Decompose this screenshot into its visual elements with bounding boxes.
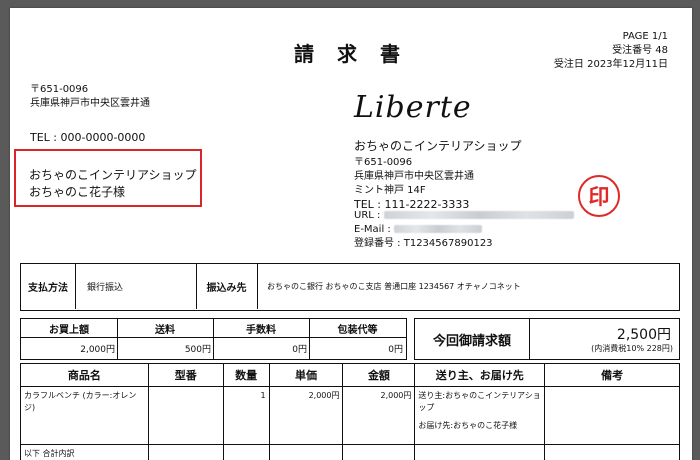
issuer-registration: 登録番号 : T1234567890123 (354, 238, 493, 249)
col-notes: 備考 (544, 363, 680, 387)
payment-box: 支払方法 銀行振込 振込み先 おちゃのこ銀行 おちゃのこ支店 普通口座 1234… (20, 263, 680, 311)
summary-value-shipping: 500円 (184, 345, 211, 355)
summary-header-purchase: お買上額 (49, 324, 89, 336)
invoice-page: 請 求 書 PAGE 1/1 受注番号 48 受注日 2023年12月11日 〒… (10, 8, 692, 460)
order-number: 受注番号 48 (612, 45, 668, 56)
col-sender-delivery: 送り主、お届け先 (414, 363, 546, 387)
col-product-name: 商品名 (20, 363, 149, 387)
col-unit-price: 単価 (268, 363, 344, 387)
row-sender-delivery: 送り主:おちゃのこインテリアショップ お届け先:おちゃのこ花子様 (414, 386, 546, 445)
summary-value-wrapping: 0円 (388, 345, 403, 355)
total-label: 今回御請求額 (432, 333, 511, 349)
summary-header-wrapping: 包装代等 (337, 324, 378, 336)
payment-method-label: 支払方法 (28, 283, 68, 294)
url-redacted (383, 211, 574, 219)
table-row: カラフルベンチ (カラー:オレンジ) 1 2,000円 2,000円 送り主:お… (20, 386, 680, 445)
issuer-url: URL : (354, 209, 574, 223)
summary-value-fee: 0円 (292, 345, 307, 355)
items-table: 商品名 型番 数量 単価 金額 送り主、お届け先 備考 カラフルベンチ (カラー… (20, 363, 680, 460)
issuer-email: E-Mail : (354, 223, 482, 237)
issuer-building: ミント神戸 14F (354, 185, 426, 196)
issuer-postal: 〒651-0096 (354, 157, 413, 168)
issuer-logo: Liberte (354, 90, 472, 125)
page-number: PAGE 1/1 (622, 31, 668, 42)
summary-header-shipping: 送料 (155, 324, 175, 336)
order-date: 受注日 2023年12月11日 (553, 59, 668, 70)
summary-box: お買上額 送料 手数料 包装代等 2,000円 500円 0円 0円 (20, 318, 407, 360)
recipient-address: 兵庫県神戸市中央区雲井通 (30, 98, 150, 109)
payment-dest-value: おちゃのこ銀行 おちゃのこ支店 普通口座 1234567 オチャノコネット (267, 282, 521, 291)
row-amount: 2,000円 (342, 386, 416, 445)
seal-stamp: 印 (578, 175, 620, 217)
payment-method-value: 銀行振込 (87, 283, 124, 293)
row-product-name: カラフルベンチ (カラー:オレンジ) (20, 386, 149, 445)
issuer-url-label: URL : (354, 210, 381, 221)
row-delivery: お届け先:おちゃのこ花子様 (418, 421, 518, 430)
issuer-address: 兵庫県神戸市中央区雲井通 (354, 171, 474, 182)
issuer-email-label: E-Mail : (354, 224, 391, 235)
row-unit-price: 2,000円 (268, 386, 344, 445)
col-amount: 金額 (342, 363, 416, 387)
total-tax-note: (内消費税10% 228円) (591, 344, 673, 353)
col-quantity: 数量 (222, 363, 270, 387)
summary-value-purchase: 2,000円 (80, 345, 115, 355)
row-notes (544, 386, 680, 445)
summary-header-fee: 手数料 (246, 324, 276, 336)
recipient-company: おちゃのこインテリアショップ (29, 168, 197, 182)
items-header-row: 商品名 型番 数量 単価 金額 送り主、お届け先 備考 (20, 363, 680, 387)
breakdown-label: 以下 合計内訳 (20, 444, 149, 460)
email-redacted (393, 225, 482, 233)
total-box: 今回御請求額 2,500円 (内消費税10% 228円) (414, 318, 680, 360)
total-value: 2,500円 (616, 327, 671, 343)
row-model (147, 386, 224, 445)
col-model: 型番 (147, 363, 224, 387)
recipient-postal: 〒651-0096 (30, 84, 89, 95)
issuer-shop-name: おちゃのこインテリアショップ (354, 139, 522, 153)
recipient-tel: TEL : 000-0000-0000 (30, 131, 146, 144)
payment-dest-label: 振込み先 (206, 283, 247, 294)
table-row: 以下 合計内訳 (20, 444, 680, 460)
recipient-name: おちゃのこ花子様 (29, 185, 126, 199)
row-quantity: 1 (222, 386, 270, 445)
row-sender: 送り主:おちゃのこインテリアショップ (418, 391, 541, 412)
